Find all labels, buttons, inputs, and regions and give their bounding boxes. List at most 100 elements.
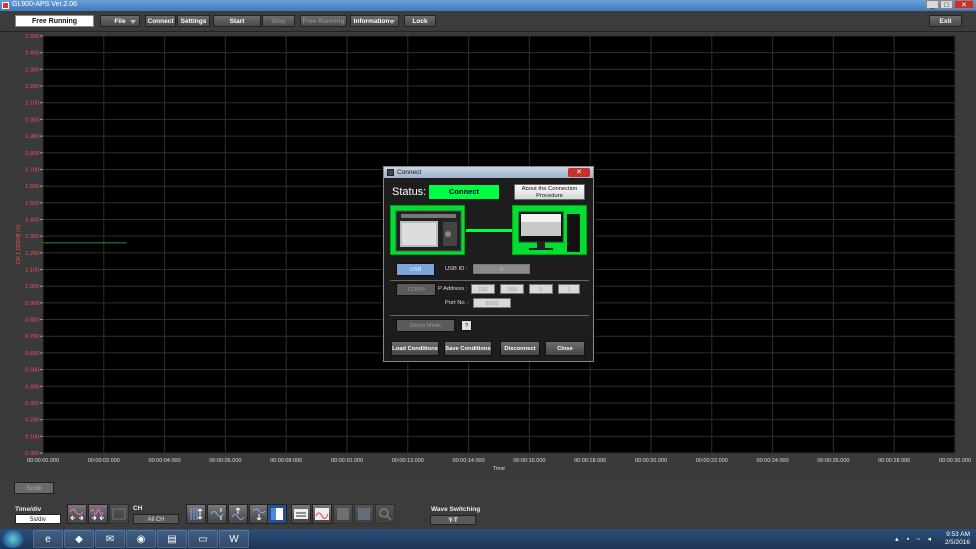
app-icon [2, 2, 9, 9]
y-tick-label: 2.000 [25, 117, 39, 123]
window-title: GL900-APS Ver.2.06 [12, 1, 77, 8]
connect-button[interactable]: Connect [145, 15, 176, 27]
digital-display-button[interactable] [291, 504, 311, 524]
amplitude-expand-icon [190, 508, 203, 520]
stop-button[interactable]: Stop [262, 15, 295, 27]
ip-octet-2[interactable]: 168 [500, 284, 524, 294]
file-menu-button[interactable]: File [100, 15, 140, 27]
clock-time: 9:53 AM [946, 531, 970, 538]
ip-octet-1[interactable]: 192 [471, 284, 495, 294]
taskbar: e ◆ ✉ ◉ ▤ ▭ W ▴ ▪ ▫ ◂ 9:53 AM 2/5/2016 [0, 529, 976, 549]
ch-label: CH [133, 505, 143, 512]
y-tick-label: 1.500 [25, 201, 39, 207]
fft-display-button[interactable] [354, 504, 374, 524]
y-tick-label: 0.400 [25, 384, 39, 390]
x-tick-label: 00:00:06.000 [209, 458, 241, 464]
scroll-button[interactable]: Scroll [14, 482, 54, 494]
time-div-select[interactable]: 5s/div [15, 514, 61, 524]
load-conditions-button[interactable]: Load Conditions [391, 341, 439, 356]
x-tick-label: 00:00:08.000 [270, 458, 302, 464]
search-button[interactable] [375, 504, 395, 524]
y-tick-label: 1.300 [25, 234, 39, 240]
clock-date: 2/5/2016 [944, 539, 970, 546]
y-tick-label: 0.700 [25, 334, 39, 340]
status-label: Status: [392, 186, 427, 198]
zoom-in-time-button[interactable] [67, 504, 87, 524]
divider [390, 315, 589, 316]
dialog-close-icon[interactable]: ✕ [568, 168, 590, 177]
system-tray-icons[interactable]: ▴ ▪ ▫ ◂ [895, 535, 934, 543]
position-up-button[interactable] [228, 504, 248, 524]
y-tick-label: 2.300 [25, 67, 39, 73]
taskbar-word-icon[interactable]: W [219, 530, 249, 548]
maximize-button[interactable]: □ [940, 0, 953, 9]
x-tick-label: 00:00:18.000 [574, 458, 606, 464]
pc-image [512, 205, 587, 255]
about-connection-button[interactable]: About the Connection Procedure [514, 184, 585, 200]
port-field[interactable]: 8023 [473, 298, 511, 308]
x-tick-label: 00:00:12.000 [392, 458, 424, 464]
taskbar-explorer-icon[interactable]: ▤ [157, 530, 187, 548]
tcpip-button[interactable]: TCP/IP [396, 283, 436, 296]
time-fit-button[interactable] [109, 504, 129, 524]
connection-line [466, 229, 512, 232]
wave-compress-icon [90, 509, 104, 521]
wave-display-button[interactable] [312, 504, 332, 524]
position-down-button[interactable] [249, 504, 269, 524]
x-tick-label: 00:00:28.000 [878, 458, 910, 464]
usb-button[interactable]: USB [396, 263, 435, 276]
y-tick-label: 1.800 [25, 151, 39, 157]
free-running-button[interactable]: Free Running [300, 15, 347, 27]
usb-id-select[interactable]: 0 [473, 264, 530, 274]
taskbar-window-icon[interactable]: ▭ [188, 530, 218, 548]
taskbar-ie-icon[interactable]: e [33, 530, 63, 548]
y-tick-label: 2.200 [25, 84, 39, 90]
bottom-panel: Scroll Time/div 5s/div CH All CH Wave Sw… [0, 474, 976, 529]
wave-switching-select[interactable]: Y-T [430, 515, 476, 525]
x-axis-label: Time [493, 466, 505, 472]
panel-toggle-button[interactable] [267, 504, 287, 524]
y-tick-label: 0.000 [25, 451, 39, 457]
settings-button[interactable]: Settings [177, 15, 210, 27]
wave-expand-icon [69, 509, 84, 521]
ip-octet-4[interactable]: 1 [558, 284, 580, 294]
amplitude-compress-button[interactable] [207, 504, 227, 524]
clock[interactable]: 9:53 AM 2/5/2016 [945, 531, 970, 547]
taskbar-app-icon[interactable]: ◆ [64, 530, 94, 548]
zoom-out-time-button[interactable] [88, 504, 108, 524]
port-label: Port No. : [445, 300, 470, 306]
x-tick-label: 00:00:30.000 [939, 458, 971, 464]
disconnect-button[interactable]: Disconnect [500, 341, 540, 356]
start-button[interactable]: Start [213, 15, 261, 27]
chevron-down-icon [389, 20, 395, 24]
help-button[interactable]: ? [461, 320, 472, 331]
amplitude-expand-button[interactable] [186, 504, 206, 524]
lock-button[interactable]: Lock [404, 15, 436, 27]
exit-button[interactable]: Exit [929, 15, 962, 27]
save-conditions-button[interactable]: Save Conditions [444, 341, 492, 356]
y-tick-label: 0.300 [25, 401, 39, 407]
x-tick-label: 00:00:04.000 [149, 458, 181, 464]
connect-dialog: Connect ✕ Status: Connect About the Conn… [383, 166, 594, 362]
demo-mode-button[interactable]: Demo Mode [396, 319, 455, 332]
channel-select[interactable]: All CH [133, 514, 179, 524]
window-close-button[interactable]: ✕ [954, 0, 974, 9]
close-button[interactable]: Close [545, 341, 585, 356]
x-tick-label: 00:00:24.000 [757, 458, 789, 464]
taskbar-chrome-icon[interactable]: ◉ [126, 530, 156, 548]
y-tick-label: 1.000 [25, 284, 39, 290]
dialog-title: Connect [397, 169, 422, 176]
y-tick-label: 2.100 [25, 101, 39, 107]
start-button[interactable] [2, 530, 24, 548]
y-tick-label: 0.100 [25, 434, 39, 440]
xy-display-button[interactable] [333, 504, 353, 524]
information-menu-button[interactable]: Information [350, 15, 399, 27]
file-label: File [114, 18, 126, 25]
y-tick-label: 1.200 [25, 251, 39, 257]
chevron-down-icon [130, 20, 136, 24]
minimize-button[interactable]: _ [926, 0, 939, 9]
taskbar-outlook-icon[interactable]: ✉ [95, 530, 125, 548]
y-tick-label: 2.400 [25, 51, 39, 57]
ip-octet-3[interactable]: 0 [529, 284, 553, 294]
x-tick-label: 00:00:22.000 [696, 458, 728, 464]
